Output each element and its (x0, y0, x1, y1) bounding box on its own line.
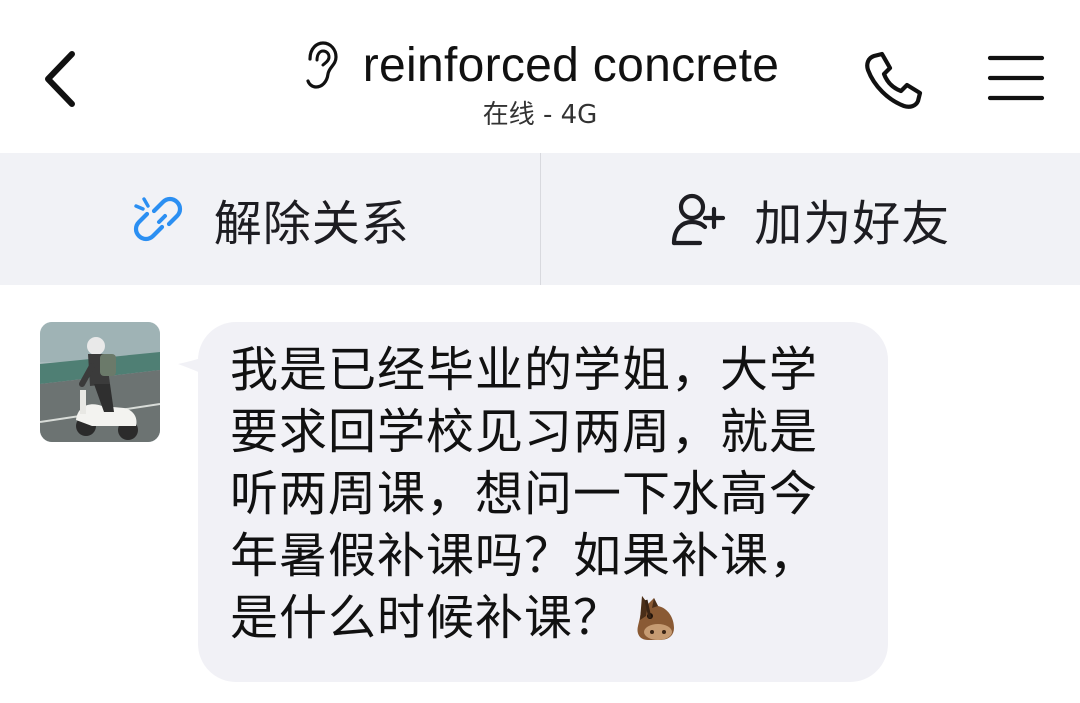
add-friend-button[interactable]: 加为好友 (541, 153, 1080, 285)
hamburger-menu-icon (987, 55, 1045, 101)
chat-area[interactable]: 我是已经毕业的学姐，大学要求回学校见习两周，就是听两周课，想问一下水高今年暑假补… (0, 285, 1080, 703)
menu-button[interactable] (984, 50, 1048, 106)
message-body: 我是已经毕业的学姐，大学要求回学校见习两周，就是听两周课，想问一下水高今年暑假补… (230, 342, 819, 646)
phone-icon (865, 51, 923, 109)
relationship-action-bar: 解除关系 加为好友 (0, 153, 1080, 285)
page-title: reinforced concrete (362, 38, 780, 92)
unlink-label: 解除关系 (213, 196, 410, 252)
add-user-icon (672, 193, 726, 246)
message-text: 我是已经毕业的学姐，大学要求回学校见习两周，就是听两周课，想问一下水高今年暑假补… (230, 339, 860, 649)
unlink-button[interactable]: 解除关系 (0, 153, 540, 285)
chat-header: reinforced concrete 在线 - 4G (0, 0, 1080, 153)
broken-link-icon (133, 196, 182, 242)
horse-face-emoji (637, 596, 675, 640)
call-button[interactable] (860, 48, 926, 114)
add-friend-label: 加为好友 (754, 196, 951, 252)
avatar-image (40, 322, 160, 442)
avatar[interactable] (40, 322, 160, 442)
ear-icon[interactable] (301, 39, 341, 91)
